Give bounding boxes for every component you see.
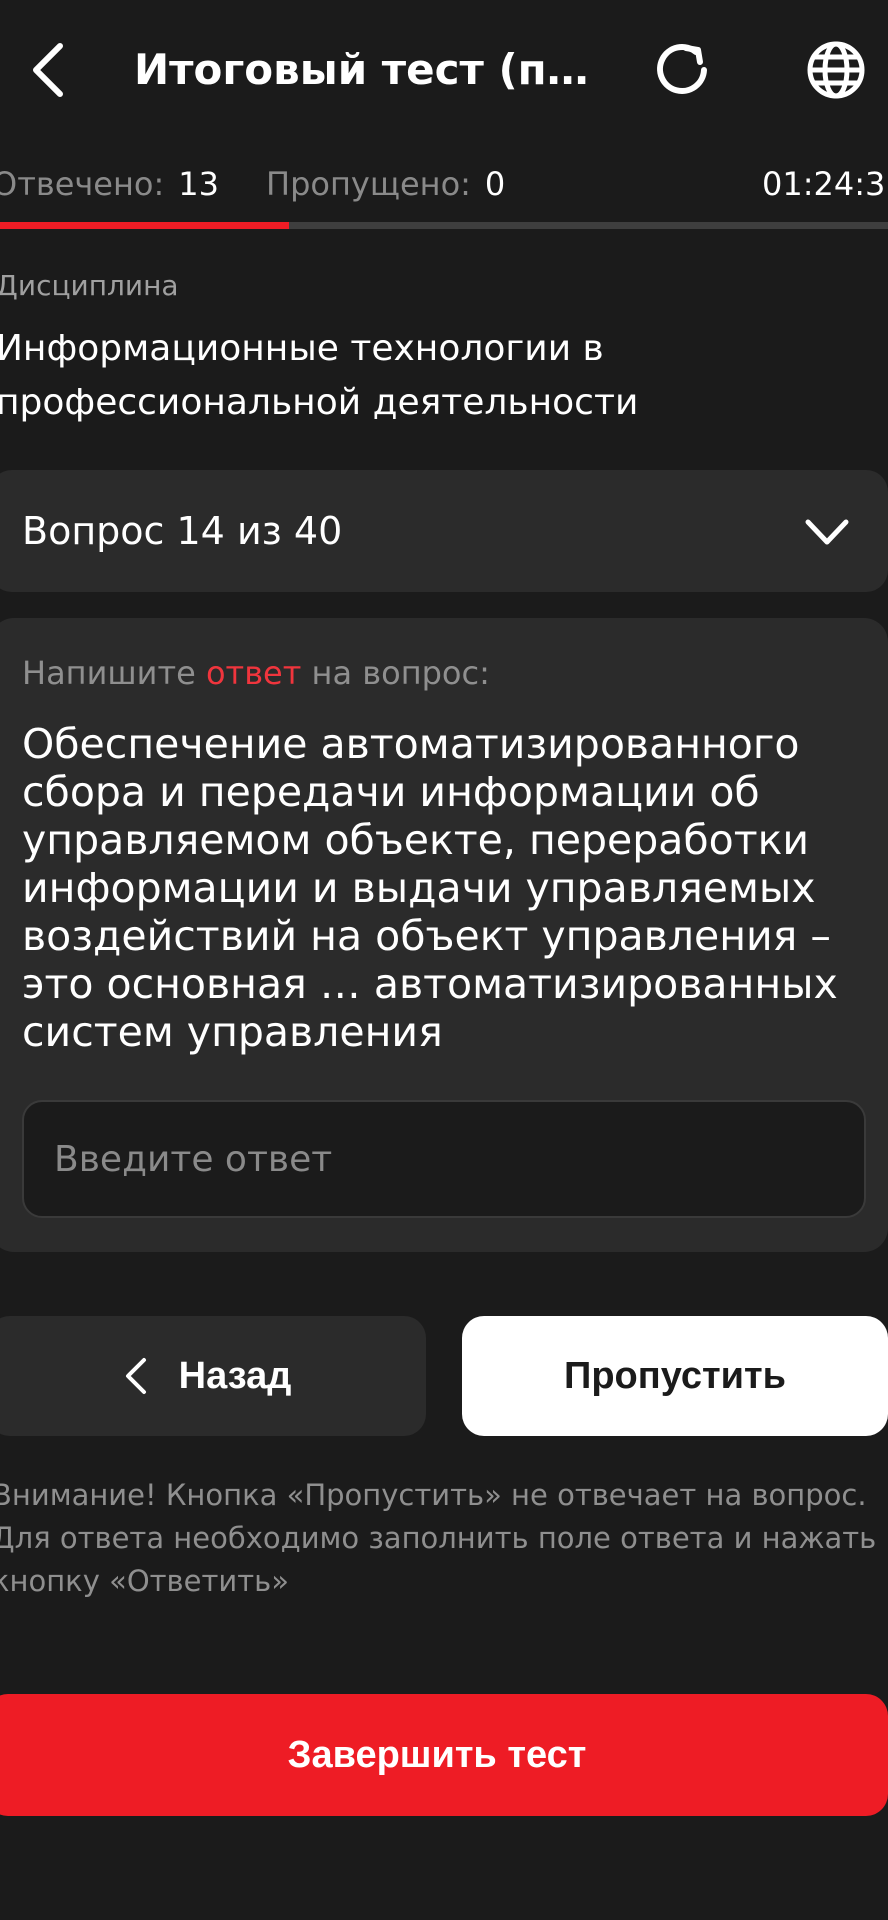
prompt-accent-word: ответ [205,654,302,692]
back-button-label: Назад [178,1354,292,1397]
finish-test-label: Завершить тест [287,1733,587,1776]
answer-input[interactable] [22,1100,866,1218]
chevron-left-icon [125,1358,146,1394]
skip-button-label: Пропустить [564,1354,786,1397]
timer: 01:24:37 [762,165,888,203]
question-text: Обеспечение автоматизированного сбора и … [22,720,838,1056]
skipped-count: 0 [484,165,506,203]
finish-test-button[interactable]: Завершить тест [0,1694,888,1816]
globe-icon [807,41,865,99]
question-card: Напишите ответ на вопрос: Обеспечение ав… [0,618,888,1252]
refresh-button[interactable] [648,30,720,110]
page-title: Итоговый тест (пе... [134,45,604,94]
app-header: Итоговый тест (пе... [0,0,888,140]
skipped-label: Пропущено: [266,165,471,203]
prompt-text-start: Напишите [22,654,206,692]
language-button[interactable] [796,30,876,110]
chevron-down-icon [805,519,849,545]
question-selector[interactable]: Вопрос 14 из 40 [0,470,888,592]
chevron-left-icon [33,43,63,97]
answered-stat: Отвечено: 13 [0,156,219,212]
answered-count: 13 [178,165,219,203]
prompt-text-end: на вопрос: [301,654,490,692]
answered-label: Отвечено: [0,165,165,203]
back-nav-button[interactable] [20,28,76,112]
progress-bar [0,222,888,229]
refresh-icon [657,44,707,94]
discipline-label: Дисциплина [0,269,179,302]
discipline-name: Информационные технологии в профессионал… [0,328,639,423]
skip-button[interactable]: Пропустить [462,1316,888,1436]
progress-fill [0,222,289,229]
question-prompt: Напишите ответ на вопрос: [22,646,490,700]
test-stats: Отвечено: 13 Пропущено: 0 01:24:37 [0,156,888,212]
skip-warning: Внимание! Кнопка «Пропустить» не отвечае… [0,1478,877,1598]
question-number: Вопрос 14 из 40 [22,509,343,553]
back-button[interactable]: Назад [0,1316,426,1436]
back-button-content: Назад [0,1316,426,1436]
test-screen: Итоговый тест (пе... Отвечено: 13 Пропуще… [0,0,888,1920]
skipped-stat: Пропущено: 0 [266,156,505,212]
